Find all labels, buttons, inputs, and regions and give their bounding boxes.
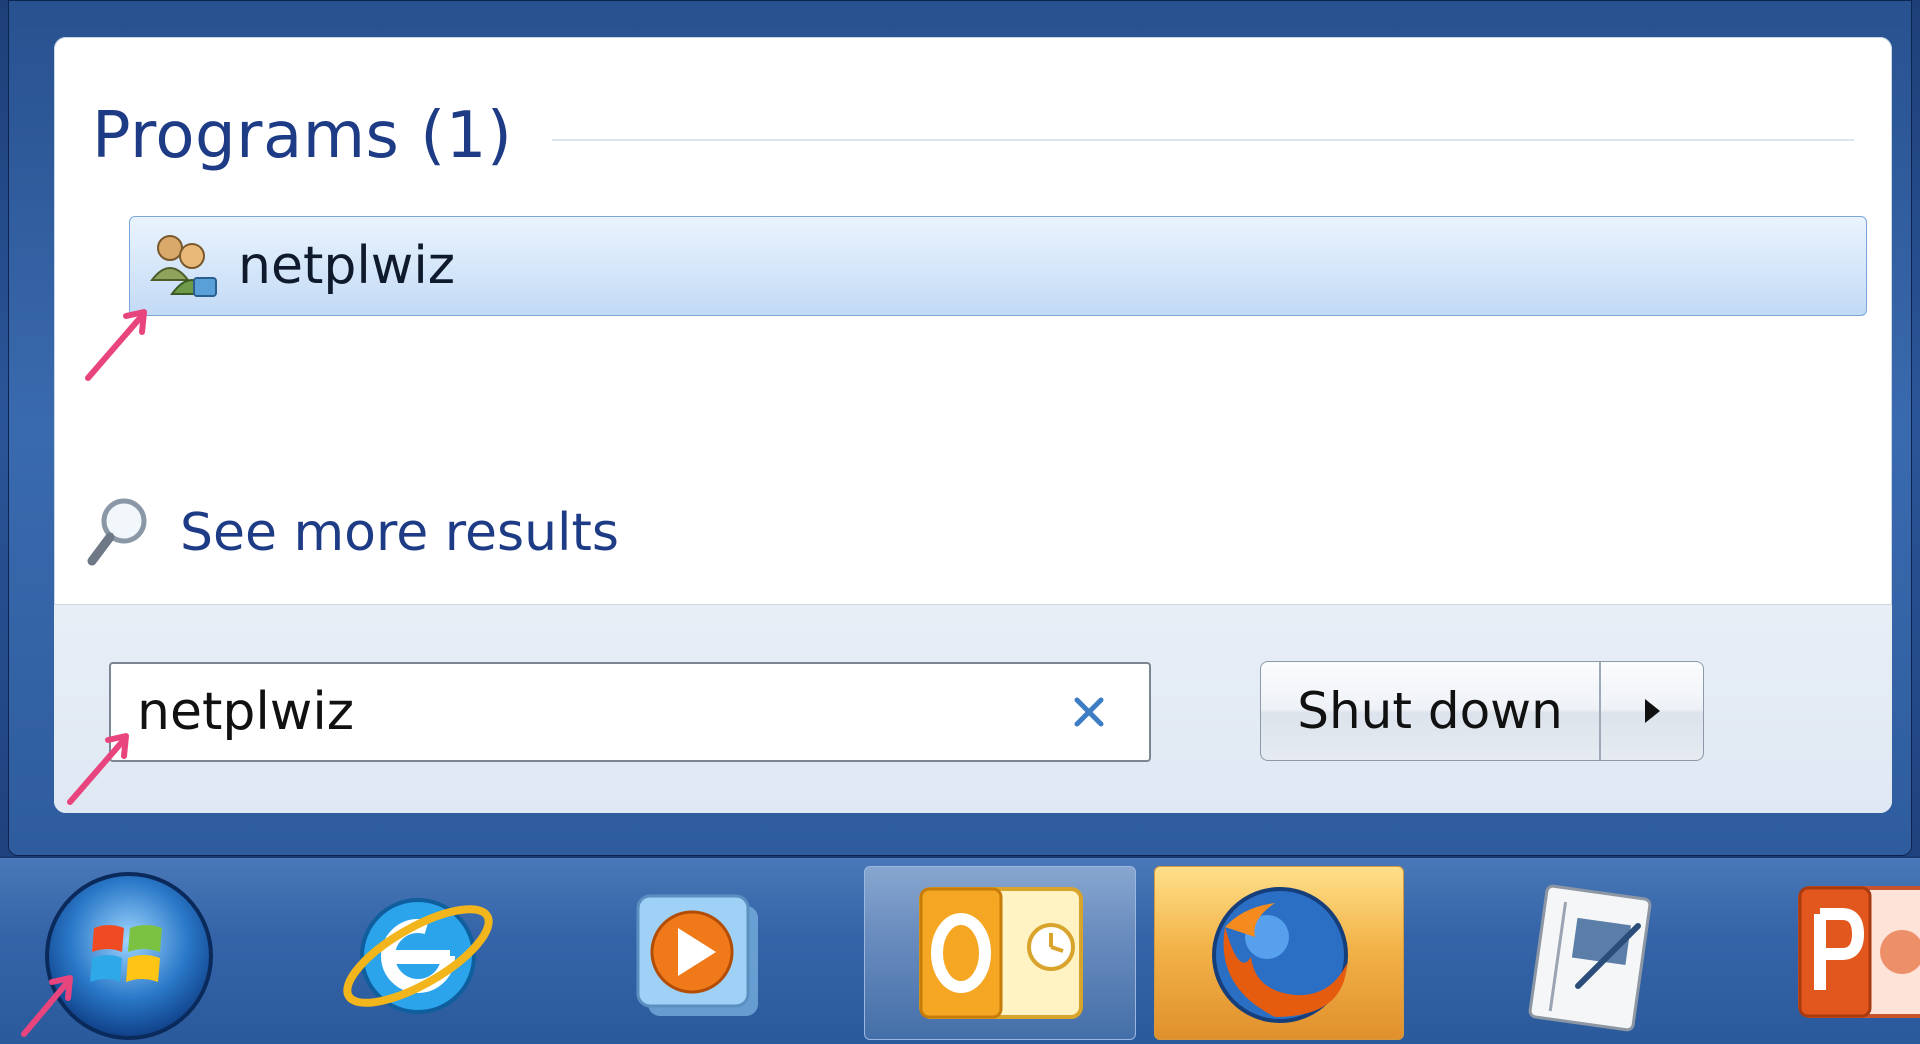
magnifier-icon bbox=[87, 498, 147, 566]
taskbar-media-player[interactable] bbox=[612, 866, 782, 1040]
taskbar-notepad-app[interactable] bbox=[1498, 866, 1678, 1040]
notepad-icon bbox=[1528, 884, 1652, 1032]
start-menu: Programs (1) netplwiz See more results n… bbox=[8, 0, 1912, 856]
user-accounts-icon bbox=[149, 235, 217, 297]
internet-explorer-icon bbox=[343, 898, 493, 1014]
taskbar-powerpoint[interactable] bbox=[1790, 866, 1920, 1040]
search-results-pane: Programs (1) netplwiz See more results bbox=[54, 37, 1892, 604]
taskbar bbox=[0, 856, 1920, 1044]
result-label: netplwiz bbox=[238, 236, 456, 296]
result-item-netplwiz[interactable]: netplwiz bbox=[129, 216, 1867, 316]
section-title: Programs (1) bbox=[92, 99, 513, 173]
annotation-arrow-result bbox=[85, 309, 147, 381]
taskbar-outlook[interactable] bbox=[864, 866, 1136, 1040]
programs-section-header: Programs (1) bbox=[92, 99, 1854, 173]
section-divider bbox=[552, 139, 1854, 141]
start-menu-bottom-bar: netplwiz Shut down bbox=[54, 604, 1892, 813]
powerpoint-icon bbox=[1798, 886, 1920, 1018]
start-menu-panel: Programs (1) netplwiz See more results n… bbox=[54, 37, 1892, 813]
search-input-value: netplwiz bbox=[137, 682, 355, 742]
firefox-icon bbox=[1212, 887, 1348, 1023]
taskbar-internet-explorer[interactable] bbox=[330, 866, 500, 1040]
shutdown-button[interactable]: Shut down bbox=[1261, 662, 1599, 760]
triangle-right-icon bbox=[1645, 699, 1660, 723]
outlook-icon bbox=[919, 887, 1083, 1019]
annotation-arrow-start bbox=[21, 975, 73, 1037]
clear-search-button[interactable] bbox=[1059, 682, 1119, 742]
media-player-icon bbox=[636, 894, 758, 1016]
taskbar-firefox[interactable] bbox=[1154, 866, 1404, 1040]
search-input[interactable]: netplwiz bbox=[109, 662, 1151, 762]
see-more-results-link[interactable]: See more results bbox=[84, 493, 619, 573]
clear-x-icon bbox=[1074, 697, 1104, 727]
see-more-label: See more results bbox=[180, 503, 619, 563]
annotation-arrow-search bbox=[67, 733, 129, 805]
shutdown-button-group: Shut down bbox=[1260, 661, 1704, 761]
shutdown-options-button[interactable] bbox=[1601, 662, 1703, 760]
